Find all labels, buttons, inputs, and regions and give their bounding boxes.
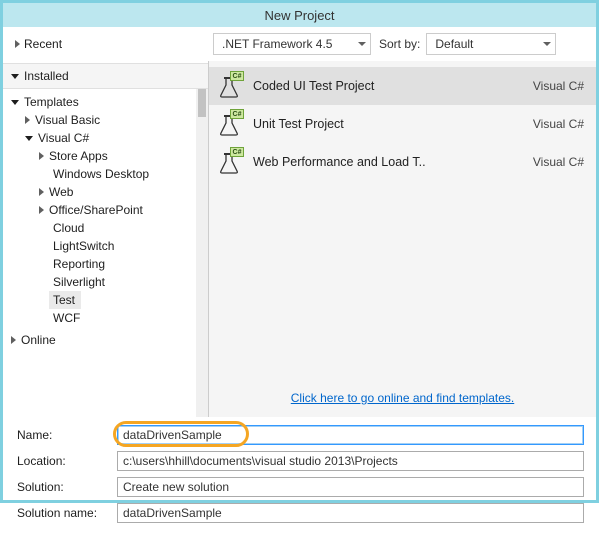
sort-dropdown[interactable]: Default <box>426 33 556 55</box>
lightswitch-node[interactable]: LightSwitch <box>39 237 208 255</box>
title-bar: New Project <box>3 3 596 27</box>
chevron-right-icon <box>15 40 20 48</box>
vb-label: Visual Basic <box>35 113 100 127</box>
framework-value: .NET Framework 4.5 <box>222 37 332 51</box>
chevron-right-icon <box>39 152 44 160</box>
location-input[interactable] <box>117 451 584 471</box>
online-templates-link[interactable]: Click here to go online and find templat… <box>291 391 514 405</box>
chevron-down-icon <box>25 136 33 141</box>
solution-name-label: Solution name: <box>17 506 117 520</box>
store-apps-node[interactable]: Store Apps <box>39 147 208 165</box>
vcsharp-label: Visual C# <box>38 131 89 145</box>
template-language: Visual C# <box>533 117 584 131</box>
templates-node[interactable]: Templates <box>11 93 208 111</box>
solution-label: Solution: <box>17 480 117 494</box>
test-node[interactable]: Test <box>39 291 208 309</box>
cloud-node[interactable]: Cloud <box>39 219 208 237</box>
online-label: Online <box>21 333 56 347</box>
recent-section[interactable]: Recent <box>11 34 62 54</box>
sidebar: Installed Templates Visual Basic Visual … <box>3 61 209 417</box>
chevron-right-icon <box>39 188 44 196</box>
visual-basic-node[interactable]: Visual Basic <box>25 111 208 129</box>
bottom-form: Name: Location: Solution: Solution name: <box>3 417 596 537</box>
chevron-down-icon <box>11 100 19 105</box>
scrollbar-thumb[interactable] <box>198 89 206 117</box>
template-list-panel: C# Coded UI Test Project Visual C# C# Un… <box>209 61 596 417</box>
chevron-right-icon <box>25 116 30 124</box>
installed-label: Installed <box>24 69 69 83</box>
flask-icon: C# <box>215 110 243 138</box>
flask-icon: C# <box>215 148 243 176</box>
silverlight-node[interactable]: Silverlight <box>39 273 208 291</box>
sort-value: Default <box>435 37 473 51</box>
office-sharepoint-node[interactable]: Office/SharePoint <box>39 201 208 219</box>
reporting-node[interactable]: Reporting <box>39 255 208 273</box>
sortby-label: Sort by: <box>379 37 420 51</box>
installed-section[interactable]: Installed <box>3 63 208 89</box>
wcf-node[interactable]: WCF <box>39 309 208 327</box>
template-language: Visual C# <box>533 79 584 93</box>
scrollbar-track[interactable] <box>196 89 208 417</box>
template-name: Coded UI Test Project <box>253 79 523 93</box>
framework-dropdown[interactable]: .NET Framework 4.5 <box>213 33 371 55</box>
template-name: Unit Test Project <box>253 117 523 131</box>
template-unit-test[interactable]: C# Unit Test Project Visual C# <box>209 105 596 143</box>
chevron-down-icon <box>358 42 366 46</box>
toolbar: Recent .NET Framework 4.5 Sort by: Defau… <box>3 27 596 61</box>
solution-name-input[interactable] <box>117 503 584 523</box>
chevron-right-icon <box>11 336 16 344</box>
chevron-right-icon <box>39 206 44 214</box>
online-section[interactable]: Online <box>3 327 208 351</box>
templates-label: Templates <box>24 95 79 109</box>
name-label: Name: <box>17 428 117 442</box>
chevron-down-icon <box>11 74 19 79</box>
solution-input[interactable] <box>117 477 584 497</box>
templates-tree: Templates Visual Basic Visual C# Store A… <box>3 93 208 327</box>
template-language: Visual C# <box>533 155 584 169</box>
recent-label: Recent <box>24 37 62 51</box>
template-coded-ui-test[interactable]: C# Coded UI Test Project Visual C# <box>209 67 596 105</box>
main-area: Installed Templates Visual Basic Visual … <box>3 61 596 417</box>
location-label: Location: <box>17 454 117 468</box>
template-list: C# Coded UI Test Project Visual C# C# Un… <box>209 61 596 381</box>
window-title: New Project <box>264 8 334 23</box>
template-web-performance[interactable]: C# Web Performance and Load T.. Visual C… <box>209 143 596 181</box>
template-name: Web Performance and Load T.. <box>253 155 523 169</box>
flask-icon: C# <box>215 72 243 100</box>
chevron-down-icon <box>543 42 551 46</box>
web-node[interactable]: Web <box>39 183 208 201</box>
online-templates-link-row: Click here to go online and find templat… <box>209 381 596 417</box>
name-input[interactable] <box>117 425 584 445</box>
windows-desktop-node[interactable]: Windows Desktop <box>39 165 208 183</box>
visual-csharp-node[interactable]: Visual C# <box>25 129 208 147</box>
